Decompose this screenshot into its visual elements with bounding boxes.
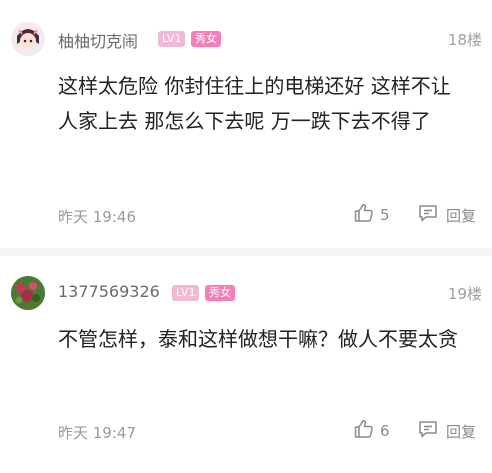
comment-bubble-icon (418, 203, 438, 227)
gender-badge: 秀女 (191, 31, 221, 47)
floor-number: 19楼 (447, 285, 482, 303)
level-badge: LV1 (158, 31, 186, 47)
reply-label: 回复 (446, 422, 477, 441)
like-count: 5 (380, 206, 390, 224)
like-button[interactable]: 6 (354, 419, 390, 443)
like-count: 6 (380, 422, 390, 440)
like-button[interactable]: 5 (354, 203, 390, 227)
avatar[interactable] (11, 22, 45, 56)
thumbs-up-icon (354, 419, 374, 443)
comment-bubble-icon (418, 419, 438, 443)
avatar[interactable] (11, 276, 45, 310)
level-badge: LV1 (172, 285, 200, 301)
floor-number: 18楼 (447, 31, 482, 49)
reply-button[interactable]: 回复 (418, 419, 476, 443)
comment-text: 这样太危险 你封住往上的电梯还好 这样不让人家上去 那怎么下去呢 万一跌下去不得… (58, 74, 451, 133)
timestamp: 昨天 19:47 (58, 424, 136, 442)
thumbs-up-icon (354, 203, 374, 227)
comment-item: 1377569326 LV1 秀女 19楼 不管怎样，泰和这样做想干嘛？做人不要… (0, 256, 492, 473)
timestamp: 昨天 19:46 (58, 208, 136, 226)
gender-badge: 秀女 (205, 285, 235, 301)
comment-item: 柚柚切克闹 LV1 秀女 18楼 这样太危险 你封住往上的电梯还好 这样不让人家… (0, 0, 492, 248)
username[interactable]: 柚柚切克闹 (58, 28, 138, 52)
comment-text: 不管怎样，泰和这样做想干嘛？做人不要太贪 (58, 327, 458, 351)
username[interactable]: 1377569326 (58, 282, 160, 301)
reply-label: 回复 (446, 206, 477, 225)
divider (0, 248, 492, 256)
reply-button[interactable]: 回复 (418, 203, 476, 227)
